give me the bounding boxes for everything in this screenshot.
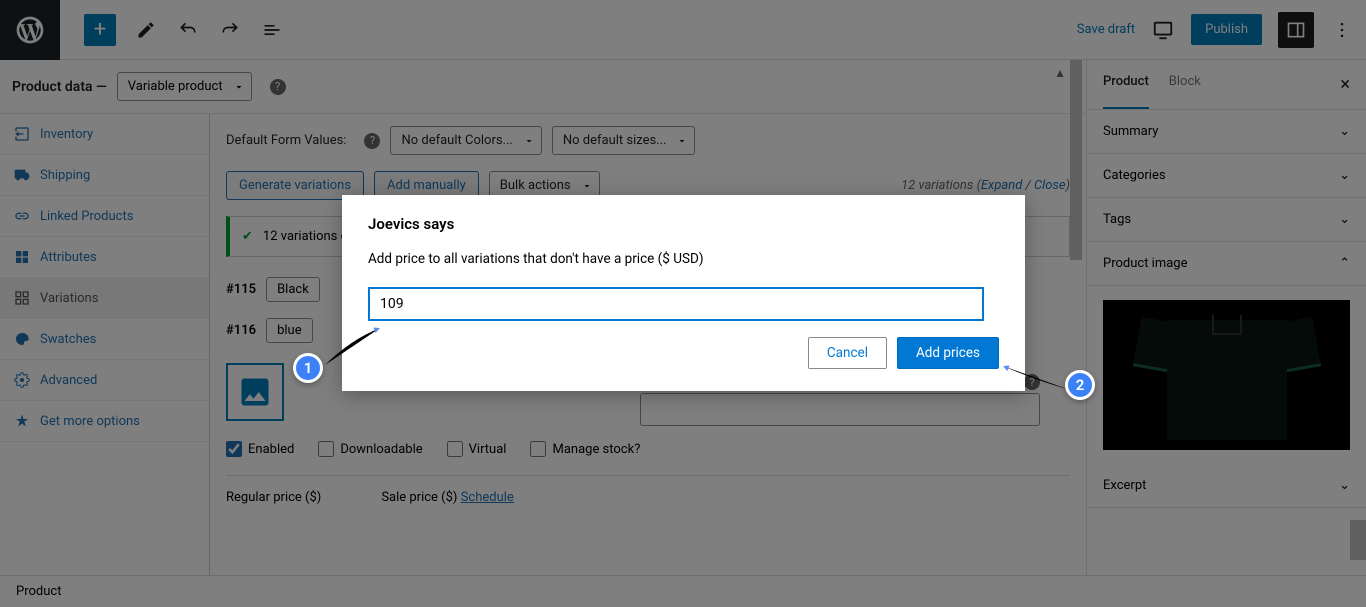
modal-title: Joevics says bbox=[368, 215, 999, 233]
cancel-button[interactable]: Cancel bbox=[808, 337, 887, 369]
modal-price-input[interactable] bbox=[368, 287, 984, 321]
annotation-badge-2: 2 bbox=[1065, 370, 1095, 400]
price-prompt-modal: Joevics says Add price to all variations… bbox=[342, 195, 1025, 391]
annotation-badge-1: 1 bbox=[293, 353, 323, 383]
add-prices-button[interactable]: Add prices bbox=[897, 337, 999, 369]
modal-message: Add price to all variations that don't h… bbox=[368, 251, 999, 267]
